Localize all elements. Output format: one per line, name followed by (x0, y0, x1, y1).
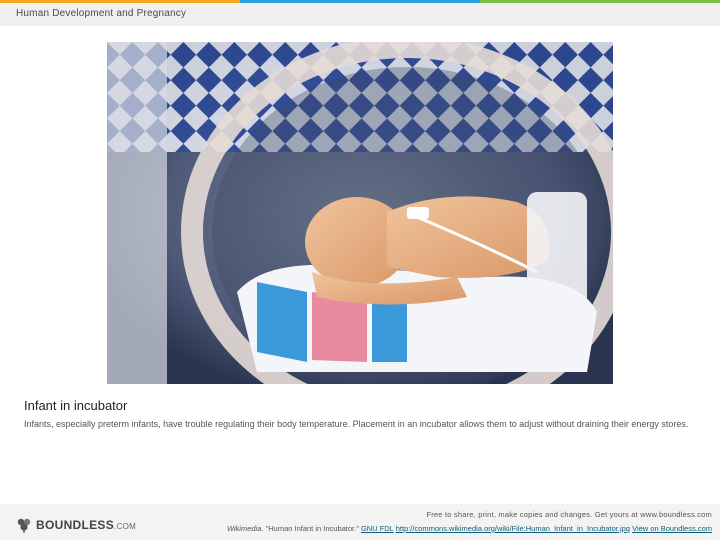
source-url-link[interactable]: http://commons.wikimedia.org/wiki/File:H… (396, 524, 630, 533)
slide: Human Development and Pregnancy Infant i… (0, 0, 720, 540)
header-title: Human Development and Pregnancy (16, 8, 187, 19)
header-bar: Human Development and Pregnancy (0, 3, 720, 26)
view-on-boundless-link[interactable]: View on Boundless.com (632, 524, 712, 533)
caption-title: Infant in incubator (24, 398, 128, 413)
footer-attribution: Wikimedia. "Human Infant in Incubator." … (227, 524, 712, 533)
license-link[interactable]: GNU FDL (361, 524, 394, 533)
footer-license-note: Free to share, print, make copies and ch… (426, 510, 712, 519)
boundless-logo-icon (17, 518, 31, 533)
source-name: Wikimedia (226, 524, 262, 533)
footer: BOUNDLESS.COM Free to share, print, make… (0, 504, 720, 540)
logo-text: BOUNDLESS.COM (36, 518, 137, 532)
boundless-logo[interactable]: BOUNDLESS.COM (16, 517, 136, 533)
caption-text: Infants, especially preterm infants, hav… (24, 419, 689, 429)
photo-illustration (107, 42, 613, 384)
source-title: . "Human Infant in Incubator." (261, 524, 361, 533)
infant-incubator-photo (107, 42, 613, 384)
